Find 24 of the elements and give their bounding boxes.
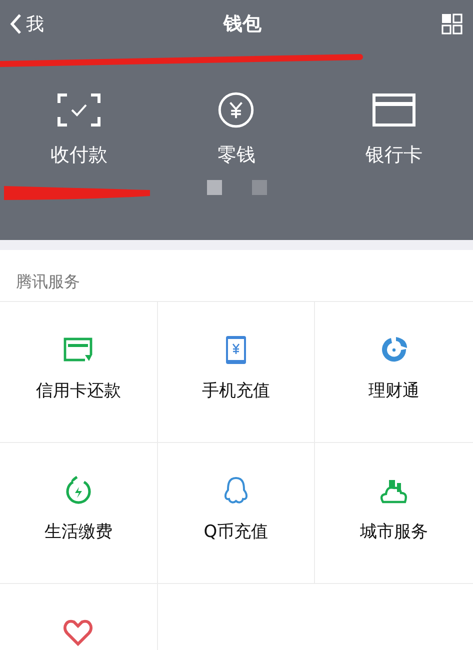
wallet-item-label[interactable]: 收付款 <box>50 142 108 168</box>
wallet-item-label[interactable]: 零钱 <box>217 142 256 168</box>
service-tile[interactable]: 理财通 <box>315 302 473 443</box>
service-tile[interactable]: 手机充值 <box>158 302 316 443</box>
card-icon[interactable] <box>372 92 416 128</box>
service-label: 生活缴费 <box>44 521 112 543</box>
service-label: 信用卡还款 <box>36 380 121 402</box>
wallet-item-label[interactable]: 银行卡 <box>366 142 423 168</box>
service-label: 手机充值 <box>202 380 270 402</box>
power-drop-icon <box>63 476 94 506</box>
back-icon <box>10 13 22 35</box>
page-title: 钱包 <box>224 12 262 37</box>
heart-icon <box>63 617 94 647</box>
service-label: 理财通 <box>368 380 420 402</box>
service-tile[interactable]: 信用卡还款 <box>0 302 158 443</box>
scan-check-icon[interactable] <box>56 92 101 128</box>
section-title: 腾讯服务 <box>0 240 473 302</box>
service-label: Q币充值 <box>204 521 268 543</box>
grid-icon[interactable] <box>441 13 463 35</box>
service-label: 城市服务 <box>360 521 428 543</box>
back-button[interactable]: 我 <box>10 12 44 36</box>
service-tile[interactable]: 城市服务 <box>315 443 473 584</box>
service-tile[interactable]: Q币充值 <box>158 443 316 584</box>
service-tile[interactable]: 生活缴费 <box>0 443 158 584</box>
